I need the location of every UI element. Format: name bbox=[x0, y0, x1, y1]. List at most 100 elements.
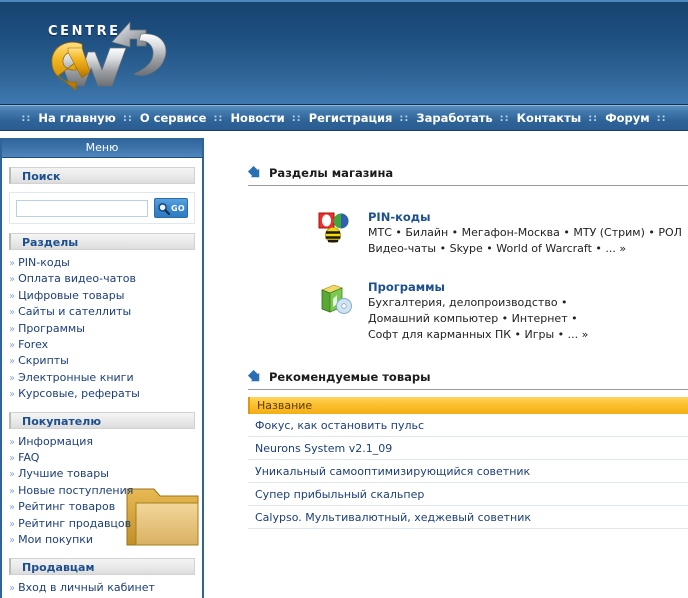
nav-item-earn[interactable]: Заработать bbox=[416, 111, 492, 125]
table-row[interactable]: Уникальный самооптимизирующийся советник bbox=[248, 460, 688, 483]
product-link[interactable]: Супер прибыльный скальпер bbox=[255, 488, 424, 501]
sidebar-item-sites-satellites[interactable]: Сайты и сателлиты bbox=[18, 305, 131, 318]
list-item[interactable]: » Скрипты bbox=[9, 353, 195, 369]
nav-item-forum[interactable]: Форум bbox=[605, 111, 649, 125]
nav-item-contacts[interactable]: Контакты bbox=[517, 111, 582, 125]
chevron-right-icon: » bbox=[9, 518, 16, 530]
category-desc-line: Видео-чаты • Skype • World of Warcraft •… bbox=[368, 242, 627, 255]
nav-item-news[interactable]: Новости bbox=[230, 111, 284, 125]
list-item[interactable]: » Новые поступления bbox=[9, 483, 195, 499]
shop-sections-title: Разделы магазина bbox=[269, 166, 394, 180]
search-icon bbox=[158, 202, 171, 215]
list-item[interactable]: » Информация bbox=[9, 434, 195, 450]
product-link[interactable]: Neurons System v2.1_09 bbox=[255, 442, 392, 455]
sidebar-item-video-chat-payment[interactable]: Оплата видео-чатов bbox=[18, 272, 136, 285]
list-item[interactable]: » Вход в личный кабинет bbox=[9, 580, 195, 596]
sidebar-item-my-purchases[interactable]: Мои покупки bbox=[18, 533, 93, 546]
table-row[interactable]: Фокус, как остановить пульс bbox=[248, 414, 688, 437]
arrow-down-right-icon bbox=[248, 370, 262, 384]
sidebar-item-ebooks[interactable]: Электронные книги bbox=[18, 371, 134, 384]
nav-separator: :: bbox=[21, 112, 32, 124]
arrow-down-right-icon bbox=[248, 166, 262, 180]
recommended-title-row: Рекомендуемые товары bbox=[222, 370, 688, 384]
list-item[interactable]: » Курсовые, рефераты bbox=[9, 386, 195, 402]
software-box-icon bbox=[318, 280, 358, 342]
sidebar-item-new-arrivals[interactable]: Новые поступления bbox=[18, 484, 133, 497]
category-desc-line: Домашний компьютер • Интернет • bbox=[368, 312, 578, 325]
nav-separator: :: bbox=[213, 112, 224, 124]
list-item[interactable]: » Лучшие товары bbox=[9, 466, 195, 482]
sidebar-heading-search: Поиск bbox=[9, 167, 195, 184]
sidebar-item-digital-goods[interactable]: Цифровые товары bbox=[18, 289, 124, 302]
product-link[interactable]: Фокус, как остановить пульс bbox=[255, 419, 424, 432]
list-item[interactable]: » Оплата видео-чатов bbox=[9, 271, 195, 287]
recommended-products-table: Название Фокус, как остановить пульс Neu… bbox=[248, 397, 688, 529]
list-item[interactable]: » Программы bbox=[9, 321, 195, 337]
sidebar-title: Меню bbox=[2, 138, 202, 158]
nav-item-home[interactable]: На главную bbox=[38, 111, 115, 125]
table-row[interactable]: Супер прибыльный скальпер bbox=[248, 483, 688, 506]
chevron-right-icon: » bbox=[9, 535, 16, 547]
list-item[interactable]: » Мои покупки bbox=[9, 532, 195, 548]
sidebar-list-buyer: » Информация » FAQ » Лучшие товары » Новые п… bbox=[9, 434, 195, 549]
sidebar-item-product-rating[interactable]: Рейтинг товаров bbox=[18, 500, 115, 513]
chevron-right-icon: » bbox=[9, 469, 16, 481]
list-item[interactable]: » Рейтинг товаров bbox=[9, 499, 195, 515]
sidebar-item-pin-codes[interactable]: PIN-коды bbox=[18, 256, 70, 269]
nav-separator: :: bbox=[291, 112, 302, 124]
chevron-right-icon: » bbox=[9, 389, 16, 401]
site-logo[interactable]: CENTRE bbox=[38, 8, 188, 96]
category-link-programs[interactable]: Программы bbox=[368, 280, 445, 294]
nav-item-registration[interactable]: Регистрация bbox=[309, 111, 393, 125]
product-link[interactable]: Уникальный самооптимизирующийся советник bbox=[255, 465, 530, 478]
page-body: Меню Поиск GO Разделы » PIN-коды » Оплат… bbox=[0, 138, 688, 598]
list-item[interactable]: » Forex bbox=[9, 337, 195, 353]
list-item[interactable]: » Сайты и сателлиты bbox=[9, 304, 195, 320]
chevron-right-icon: » bbox=[9, 258, 16, 269]
chevron-right-icon: » bbox=[9, 582, 16, 594]
sidebar-item-faq[interactable]: FAQ bbox=[18, 451, 39, 464]
table-row[interactable]: Neurons System v2.1_09 bbox=[248, 437, 688, 460]
sidebar-heading-buyer: Покупателю bbox=[9, 411, 195, 429]
sidebar-item-programs[interactable]: Программы bbox=[18, 322, 85, 335]
search-go-label: GO bbox=[171, 203, 185, 213]
sidebar-item-personal-cabinet-login[interactable]: Вход в личный кабинет bbox=[18, 581, 155, 594]
logo-wmd-mark bbox=[51, 21, 167, 91]
chevron-right-icon: » bbox=[9, 340, 16, 352]
chevron-right-icon: » bbox=[9, 485, 16, 497]
sidebar-heading-sections: Разделы bbox=[9, 233, 195, 250]
search-input[interactable] bbox=[16, 199, 148, 217]
table-row[interactable]: Calypso. Мультивалютный, хеджевый советн… bbox=[248, 506, 688, 529]
product-link[interactable]: Calypso. Мультивалютный, хеджевый советн… bbox=[255, 511, 531, 524]
category-desc-line: МТС • Билайн • Мегафон-Москва • МТУ (Стр… bbox=[368, 226, 682, 239]
nav-item-about[interactable]: О сервисе bbox=[140, 111, 207, 125]
list-item[interactable]: » PIN-коды bbox=[9, 255, 195, 271]
shop-sections-title-row: Разделы магазина bbox=[222, 166, 688, 180]
category-desc-line: Софт для карманных ПК • Игры • ... » bbox=[368, 328, 589, 341]
sidebar-item-coursework[interactable]: Курсовые, рефераты bbox=[18, 387, 140, 400]
sidebar-item-forex[interactable]: Forex bbox=[18, 338, 48, 351]
title-divider bbox=[248, 389, 688, 390]
search-go-button[interactable]: GO bbox=[154, 198, 188, 218]
list-item[interactable]: » Цифровые товары bbox=[9, 288, 195, 304]
sidebar-list-sections: » PIN-коды » Оплата видео-чатов » Цифровые … bbox=[9, 255, 195, 403]
sidebar-item-scripts[interactable]: Скрипты bbox=[18, 354, 69, 367]
category-link-pin-codes[interactable]: PIN-коды bbox=[368, 210, 431, 224]
chevron-right-icon: » bbox=[9, 453, 16, 465]
main-content: Разделы магазина PIN-коды МТС • Билайн •… bbox=[204, 138, 688, 598]
sidebar: Меню Поиск GO Разделы » PIN-коды » Оплат… bbox=[0, 138, 204, 598]
sidebar-item-seller-rating[interactable]: Рейтинг продавцов bbox=[18, 517, 131, 530]
sidebar-item-information[interactable]: Информация bbox=[18, 435, 93, 448]
table-column-header-name: Название bbox=[248, 397, 688, 414]
chevron-right-icon: » bbox=[9, 290, 16, 302]
chevron-right-icon: » bbox=[9, 307, 16, 319]
list-item[interactable]: » FAQ bbox=[9, 450, 195, 466]
sidebar-item-best-products[interactable]: Лучшие товары bbox=[18, 467, 109, 480]
page-header: CENTRE bbox=[0, 0, 688, 105]
list-item[interactable]: » Рейтинг продавцов bbox=[9, 516, 195, 532]
title-divider bbox=[248, 185, 688, 186]
search-box: GO bbox=[9, 192, 195, 224]
list-item[interactable]: » Электронные книги bbox=[9, 370, 195, 386]
category-row-pin-codes: PIN-коды МТС • Билайн • Мегафон-Москва •… bbox=[222, 210, 688, 256]
sidebar-list-sellers: » Вход в личный кабинет bbox=[9, 580, 195, 596]
